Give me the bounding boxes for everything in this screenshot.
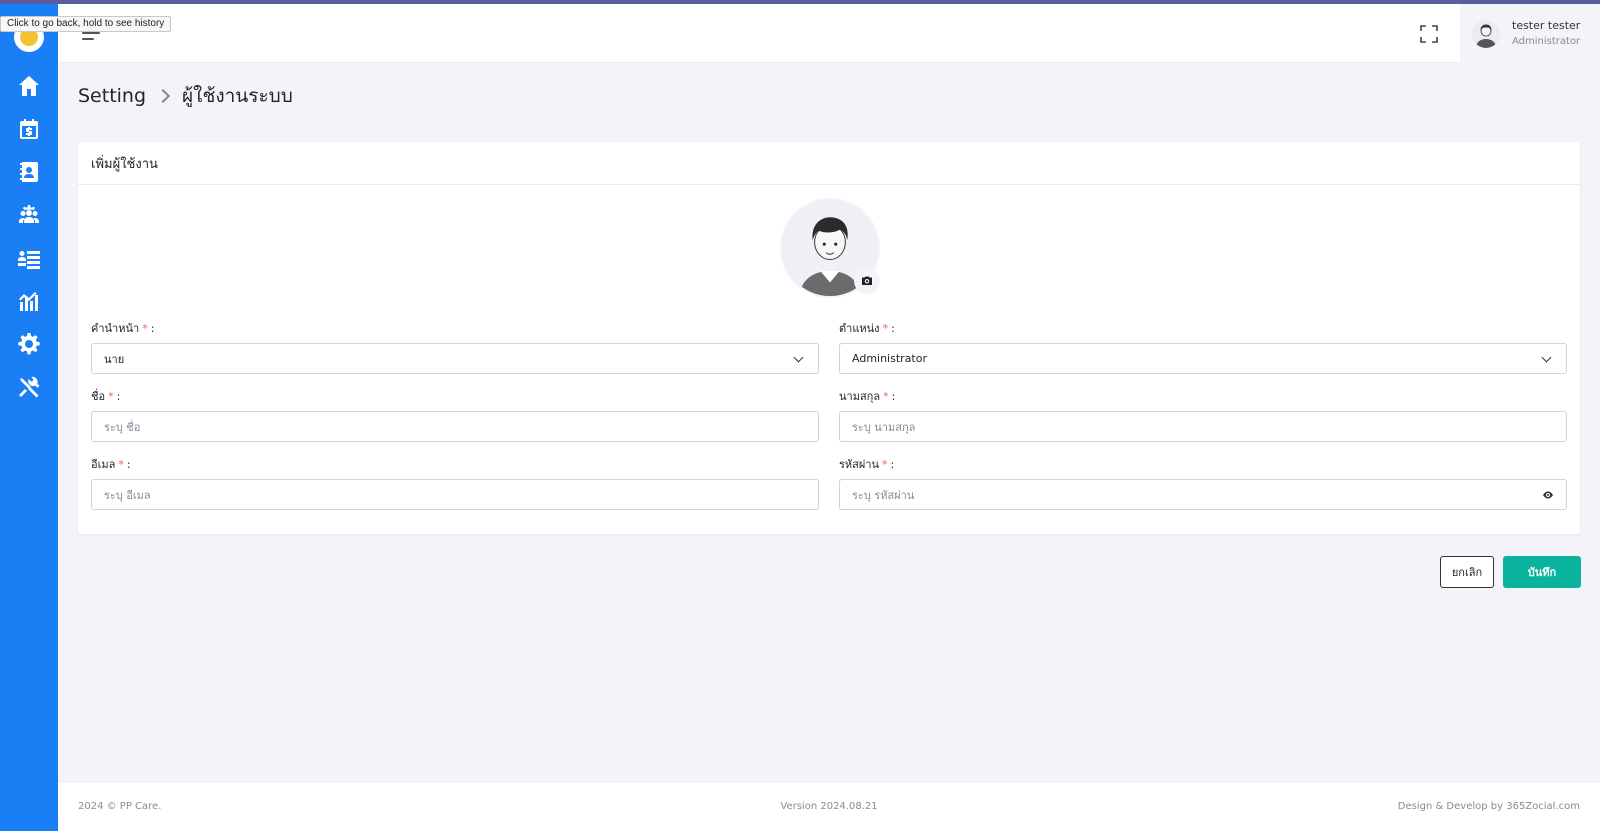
nav-billing[interactable] [13, 113, 45, 145]
nav-settings[interactable] [13, 328, 45, 360]
chevron-right-icon [155, 88, 171, 104]
first-name-input[interactable]: ระบุ ชื่อ [91, 411, 819, 442]
top-header: tester tester Administrator [58, 4, 1600, 63]
sidebar [0, 4, 58, 831]
nav-tools[interactable] [13, 371, 45, 403]
calendar-money-icon [20, 119, 38, 139]
position-select[interactable]: Administrator [839, 343, 1567, 374]
footer-version: Version 2024.08.21 [780, 801, 878, 812]
position-label: ตำแหน่ง *: [839, 322, 895, 335]
first-name-placeholder: ระบุ ชื่อ [104, 420, 141, 434]
nav-user-list[interactable] [13, 242, 45, 274]
users-gear-icon [19, 205, 39, 223]
eye-icon[interactable] [1542, 489, 1554, 501]
user-avatar [1472, 19, 1500, 48]
fullscreen-icon[interactable] [1420, 25, 1438, 43]
prefix-select[interactable]: นาย [91, 343, 819, 374]
save-button[interactable]: บันทึก [1503, 556, 1581, 588]
back-tooltip: Click to go back, hold to see history [0, 16, 172, 32]
footer-credit: Design & Develop by 365Zocial.com [1397, 801, 1580, 812]
last-name-input[interactable]: ระบุ นามสกุล [839, 411, 1567, 442]
position-value: Administrator [852, 352, 927, 365]
breadcrumb-parent[interactable]: Setting [78, 85, 146, 107]
nav-contacts[interactable] [13, 156, 45, 188]
list-users-icon [18, 251, 40, 269]
chevron-down-icon [793, 352, 804, 363]
email-input[interactable]: ระบุ อีเมล [91, 479, 819, 510]
card-title: เพิ่มผู้ใช้งาน [78, 142, 1580, 185]
home-icon [19, 76, 39, 96]
password-label: รหัสผ่าน *: [839, 458, 895, 471]
password-placeholder: ระบุ รหัสผ่าน [852, 488, 915, 502]
add-user-card: เพิ่มผู้ใช้งาน คำนำหน้า *: นาย ตำแหน่ง *: … [78, 142, 1580, 534]
nav-home[interactable] [13, 70, 45, 102]
prefix-label: คำนำหน้า *: [91, 322, 155, 335]
cancel-button[interactable]: ยกเลิก [1440, 556, 1494, 588]
user-menu[interactable]: tester tester Administrator [1460, 4, 1600, 63]
footer: 2024 © PP Care. Version 2024.08.21 Desig… [58, 783, 1600, 831]
prefix-value: นาย [104, 352, 125, 366]
nav-reports[interactable] [13, 285, 45, 317]
settings-gear-icon [18, 333, 40, 355]
nav-staff[interactable] [13, 199, 45, 231]
email-placeholder: ระบุ อีเมล [104, 488, 151, 502]
chart-icon [19, 292, 38, 311]
user-role: Administrator [1512, 35, 1581, 47]
chevron-down-icon [1541, 352, 1552, 363]
top-strip [0, 0, 1600, 4]
tools-icon [19, 376, 40, 398]
camera-icon [862, 276, 872, 285]
contacts-book-icon [20, 162, 38, 182]
upload-photo-button[interactable] [854, 268, 880, 294]
user-name: tester tester [1512, 18, 1581, 32]
last-name-placeholder: ระบุ นามสกุล [852, 420, 916, 434]
password-input[interactable]: ระบุ รหัสผ่าน [839, 479, 1567, 510]
breadcrumb: Setting ผู้ใช้งานระบบ [78, 82, 293, 110]
first-name-label: ชื่อ *: [91, 390, 121, 403]
email-label: อีเมล *: [91, 458, 131, 471]
page-title: ผู้ใช้งานระบบ [182, 85, 293, 107]
last-name-label: นามสกุล *: [839, 390, 896, 403]
